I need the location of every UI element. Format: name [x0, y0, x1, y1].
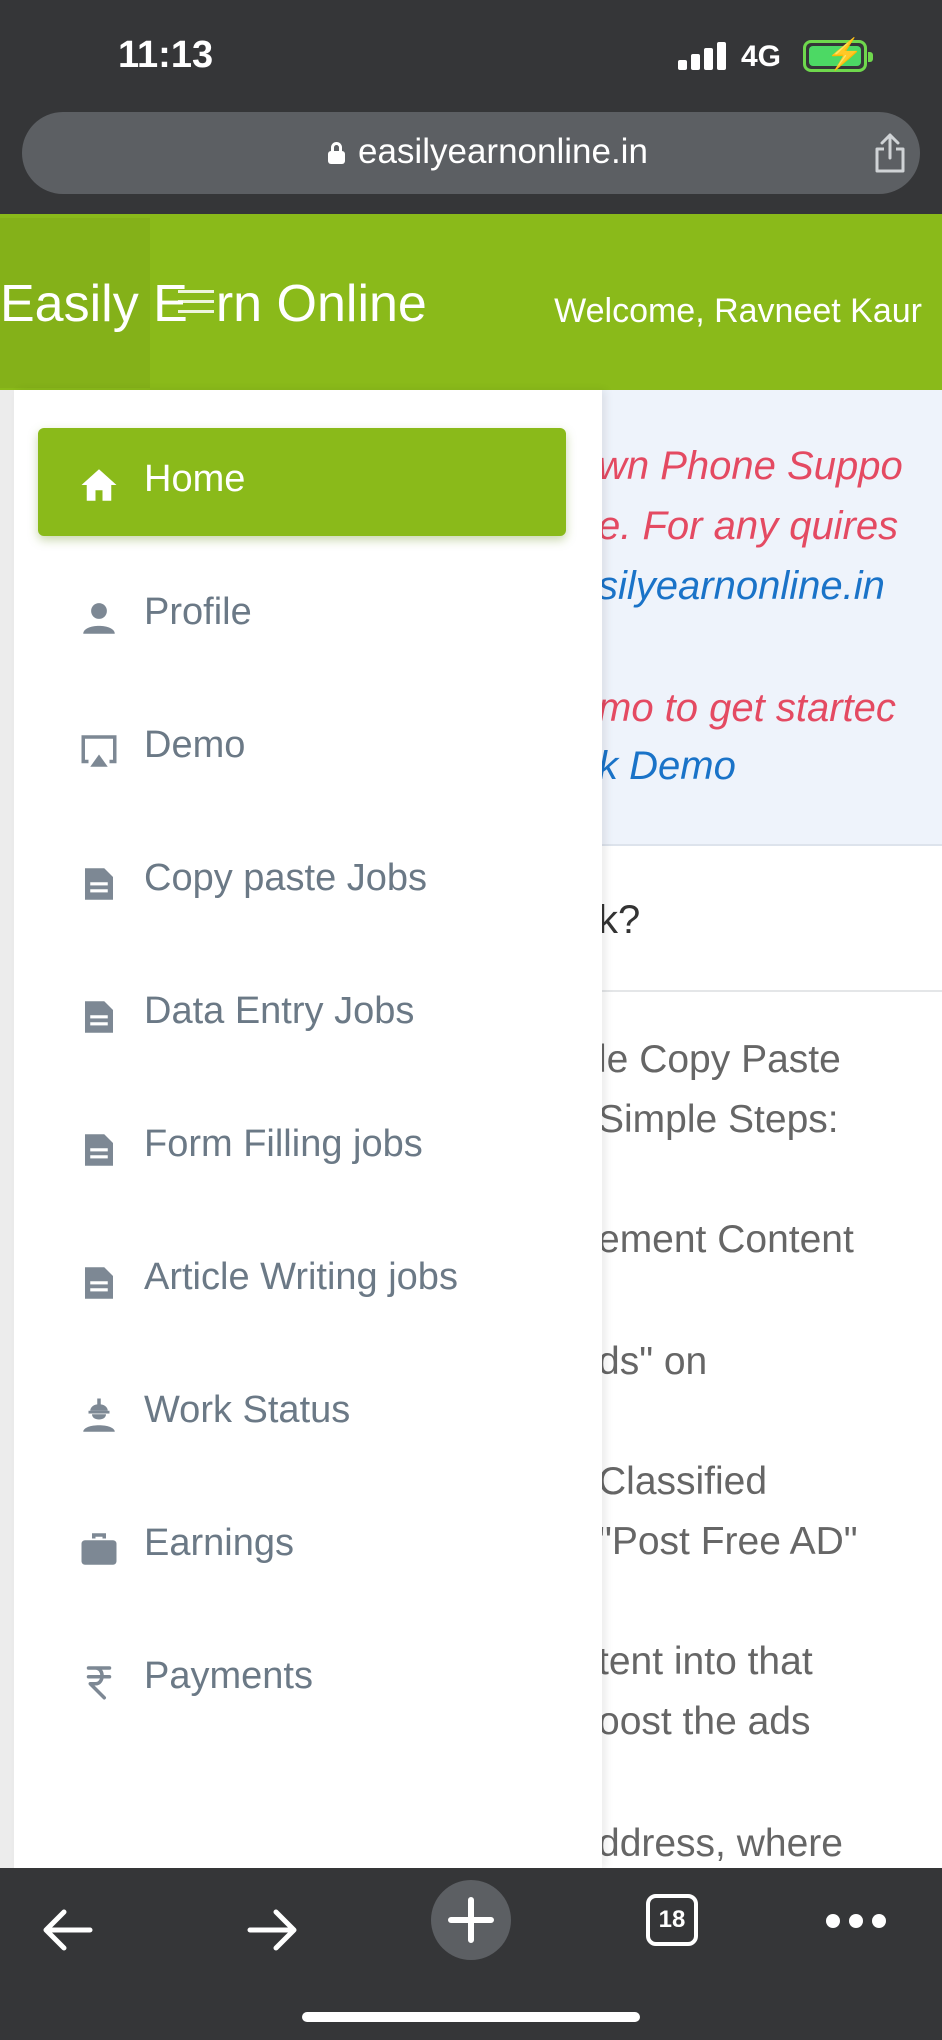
- notice-line: e. For any quires: [598, 504, 899, 548]
- briefcase-icon: [81, 1533, 117, 1565]
- body-line: tent into that: [598, 1640, 813, 1683]
- sidebar-item-label: Work Status: [144, 1389, 351, 1431]
- sidebar-item-work-status[interactable]: Work Status: [38, 1359, 566, 1467]
- sidebar-item-article-writing-jobs[interactable]: Article Writing jobs: [38, 1226, 566, 1334]
- menu-toggle-icon[interactable]: [178, 288, 218, 318]
- status-time: 11:13: [118, 34, 214, 76]
- sidebar: Home Profile Demo Copy paste Jobs Data E…: [14, 390, 602, 1868]
- demo-link[interactable]: k Demo: [598, 744, 736, 789]
- lock-icon: [328, 142, 345, 164]
- notice-line: mo to get startec: [598, 686, 896, 730]
- network-label: 4G: [741, 40, 782, 73]
- rupee-icon: [86, 1666, 112, 1700]
- status-bar: 11:13 4G ⚡: [0, 0, 942, 110]
- signal-icon: [678, 40, 728, 70]
- sidebar-item-label: Article Writing jobs: [144, 1256, 458, 1298]
- body-line: ement Content: [598, 1218, 854, 1261]
- person-icon: [83, 603, 115, 634]
- sidebar-item-label: Data Entry Jobs: [144, 990, 415, 1032]
- body-line: ddress, where: [598, 1822, 843, 1865]
- sidebar-item-form-filling-jobs[interactable]: Form Filling jobs: [38, 1093, 566, 1201]
- body-line: le Copy Paste: [598, 1038, 841, 1081]
- welcome-text: Welcome, Ravneet Kaur: [554, 292, 922, 330]
- address-bar[interactable]: easilyearnonline.in: [22, 112, 920, 194]
- sidebar-item-label: Demo: [144, 724, 246, 766]
- sidebar-item-payments[interactable]: Payments: [38, 1625, 566, 1733]
- airplay-icon: [81, 735, 117, 767]
- more-icon[interactable]: [826, 1914, 886, 1930]
- site-header: Easily E rn Online Welcome, Ravneet Kaur: [0, 214, 942, 390]
- brand-title-start: Easily E: [0, 275, 188, 333]
- home-indicator: [302, 2012, 640, 2022]
- sidebar-item-demo[interactable]: Demo: [38, 694, 566, 802]
- sidebar-item-label: Earnings: [144, 1522, 294, 1564]
- new-tab-button[interactable]: [431, 1880, 511, 1960]
- url-text: easilyearnonline.in: [358, 132, 648, 171]
- share-icon[interactable]: [872, 132, 908, 174]
- notice-email-link[interactable]: silyearnonline.in: [598, 564, 885, 609]
- sidebar-item-label: Payments: [144, 1655, 313, 1697]
- sidebar-item-earnings[interactable]: Earnings: [38, 1492, 566, 1600]
- body-line: Classified: [598, 1460, 768, 1503]
- browser-toolbar: 18: [0, 1868, 942, 2040]
- document-icon: [85, 1001, 113, 1033]
- battery-icon: ⚡: [803, 39, 873, 72]
- brand-title-end: rn Online: [215, 275, 427, 333]
- sidebar-item-copy-paste-jobs[interactable]: Copy paste Jobs: [38, 827, 566, 935]
- sidebar-item-label: Form Filling jobs: [144, 1123, 423, 1165]
- back-icon[interactable]: [30, 1890, 110, 1970]
- section-heading: k?: [598, 898, 641, 942]
- sidebar-item-label: Profile: [144, 591, 252, 633]
- document-icon: [85, 868, 113, 900]
- sidebar-edge: [0, 390, 14, 1868]
- tabs-button[interactable]: 18: [646, 1894, 698, 1946]
- body-line: "Post Free AD": [598, 1520, 858, 1563]
- notice-line: wn Phone Suppo: [598, 444, 903, 488]
- sidebar-item-data-entry-jobs[interactable]: Data Entry Jobs: [38, 960, 566, 1068]
- body-line: ds" on: [598, 1340, 708, 1383]
- document-icon: [85, 1134, 113, 1166]
- sidebar-item-label: Home: [144, 458, 246, 500]
- sidebar-item-profile[interactable]: Profile: [38, 561, 566, 669]
- document-icon: [85, 1267, 113, 1299]
- body-line: oost the ads: [598, 1700, 811, 1743]
- home-icon: [81, 469, 117, 501]
- plus-icon: [448, 1897, 494, 1943]
- sidebar-item-label: Copy paste Jobs: [144, 857, 428, 899]
- browser-address-area: easilyearnonline.in: [0, 110, 942, 214]
- forward-icon[interactable]: [230, 1890, 310, 1970]
- body-line: Simple Steps:: [598, 1098, 839, 1141]
- sidebar-item-home[interactable]: Home: [38, 428, 566, 536]
- worker-icon: [83, 1398, 115, 1432]
